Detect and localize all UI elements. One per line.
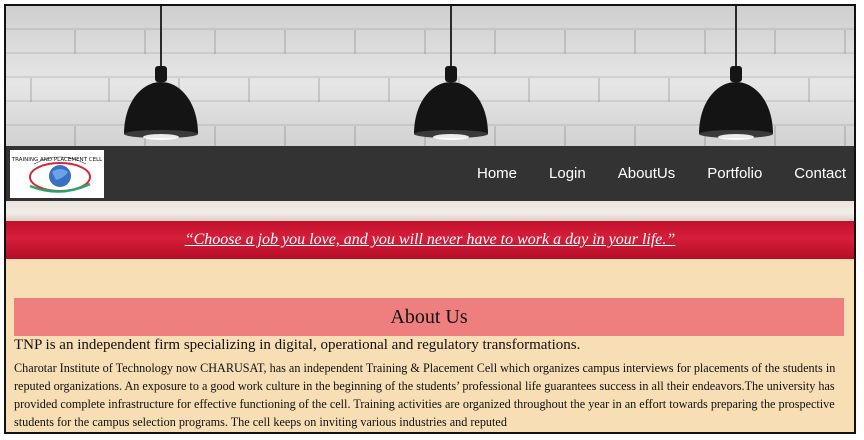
ceiling-lamp-icon [414,6,488,140]
nav-login[interactable]: Login [549,165,586,182]
about-title: About Us [390,305,468,328]
about-lead: TNP is an independent firm specializing … [14,337,581,353]
nav-links: Home Login AboutUs Portfolio Contact [445,146,846,201]
nav-contact[interactable]: Contact [794,165,846,182]
navbar: TRAINING AND PLACEMENT CELL Home Login A… [6,146,854,201]
ceiling-lamp-icon [699,6,773,140]
quote-banner: “Choose a job you love, and you will nev… [6,221,854,259]
nav-aboutus[interactable]: AboutUs [618,165,676,182]
about-header: About Us [14,298,844,336]
globe-logo-icon: TRAINING AND PLACEMENT CELL [11,156,103,193]
quote-link[interactable]: “Choose a job you love, and you will nev… [185,231,676,249]
ceiling-lamp-icon [124,6,198,140]
hero-bottom-strip [6,201,854,221]
logo[interactable]: TRAINING AND PLACEMENT CELL [10,150,104,198]
nav-portfolio[interactable]: Portfolio [707,165,762,182]
about-body: Charotar Institute of Technology now CHA… [14,361,836,429]
page-frame: TRAINING AND PLACEMENT CELL Home Login A… [4,4,856,434]
svg-text:TRAINING AND PLACEMENT CELL: TRAINING AND PLACEMENT CELL [11,157,103,163]
nav-home[interactable]: Home [477,165,517,182]
